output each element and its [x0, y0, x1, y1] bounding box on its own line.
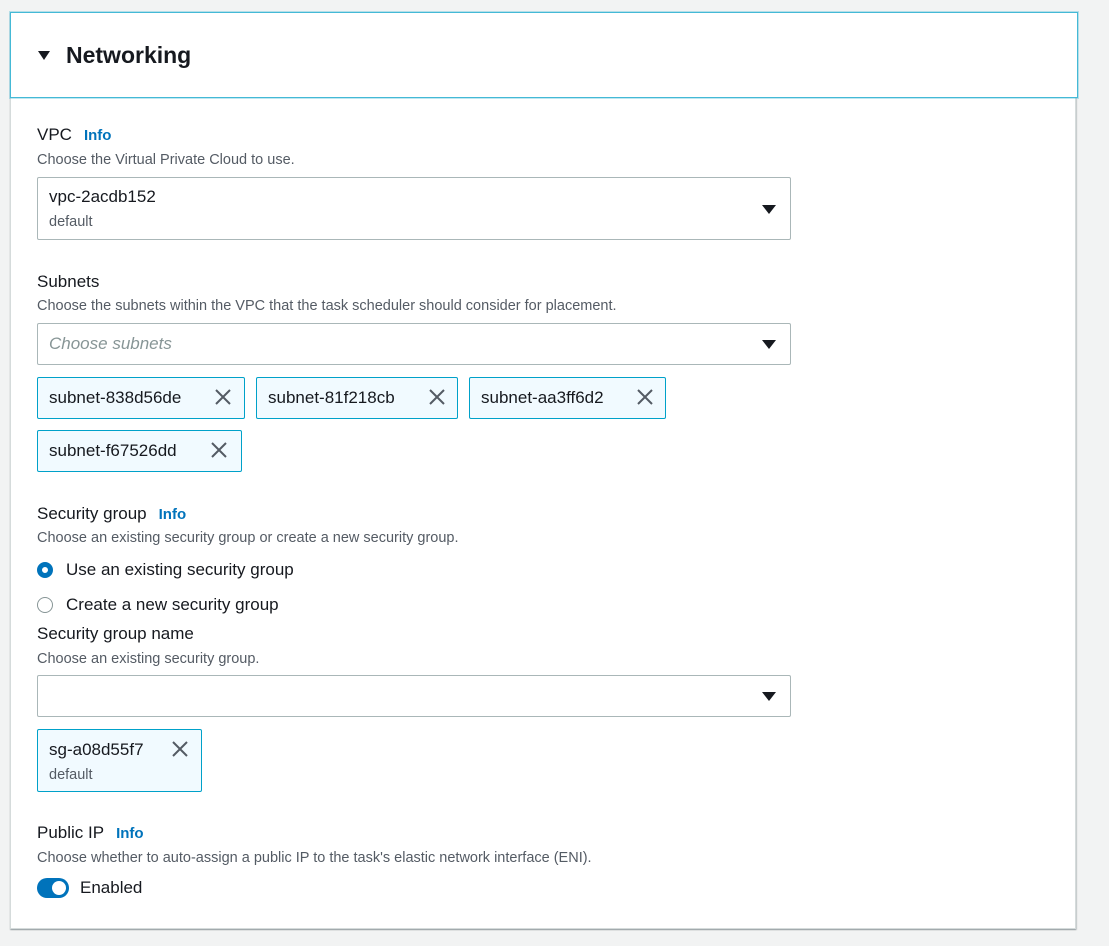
vpc-label: VPC: [37, 125, 72, 144]
security-group-info-link[interactable]: Info: [159, 506, 187, 523]
vpc-select-sub: default: [49, 214, 93, 230]
security-group-description: Choose an existing security group or cre…: [37, 530, 459, 546]
networking-panel: Networking VPC Info Choose the Virtual Pr…: [10, 12, 1078, 929]
networking-section-header[interactable]: Networking: [10, 12, 1078, 98]
subnet-token: subnet-838d56de: [37, 377, 245, 419]
vpc-info-link[interactable]: Info: [84, 127, 112, 144]
subnet-token: subnet-81f218cb: [256, 377, 458, 419]
dropdown-caret-icon: [762, 204, 776, 214]
subnets-select[interactable]: Choose subnets: [37, 323, 791, 365]
security-group-name-description: Choose an existing security group.: [37, 651, 260, 667]
close-icon[interactable]: [635, 387, 655, 407]
public-ip-toggle-label: Enabled: [80, 878, 143, 897]
close-icon[interactable]: [209, 440, 229, 460]
radio-use-existing-label: Use an existing security group: [66, 560, 294, 579]
close-icon[interactable]: [427, 387, 447, 407]
subnets-label: Subnets: [37, 272, 100, 291]
dropdown-caret-icon: [762, 340, 776, 349]
public-ip-label-row: Public IP Info: [37, 823, 144, 843]
subnet-token-label: subnet-81f218cb: [268, 388, 395, 407]
vpc-select-value: vpc-2acdb152: [49, 187, 156, 206]
radio-selected-icon[interactable]: [37, 562, 53, 578]
subnet-token: subnet-aa3ff6d2: [469, 377, 666, 419]
caret-down-icon: [38, 50, 50, 60]
subnet-token: subnet-f67526dd: [37, 430, 242, 472]
security-group-token-label: sg-a08d55f7: [49, 740, 144, 759]
public-ip-label: Public IP: [37, 823, 105, 842]
vpc-label-row: VPC Info: [37, 125, 111, 145]
security-group-token-sub: default: [49, 767, 93, 783]
subnets-description: Choose the subnets within the VPC that t…: [37, 298, 617, 314]
subnet-token-label: subnet-f67526dd: [49, 441, 177, 460]
subnets-placeholder: Choose subnets: [49, 334, 172, 353]
public-ip-toggle[interactable]: [37, 878, 69, 898]
subnet-token-label: subnet-838d56de: [49, 388, 182, 407]
security-group-label-row: Security group Info: [37, 504, 186, 524]
dropdown-caret-icon: [762, 692, 776, 701]
close-icon[interactable]: [213, 387, 233, 407]
subnet-token-label: subnet-aa3ff6d2: [481, 388, 604, 407]
toggle-knob: [52, 881, 66, 895]
close-icon[interactable]: [170, 739, 190, 759]
section-title: Networking: [66, 41, 192, 68]
radio-create-new-label: Create a new security group: [66, 595, 279, 614]
vpc-select[interactable]: vpc-2acdb152 default: [37, 177, 791, 240]
security-group-label: Security group: [37, 504, 147, 523]
radio-use-existing[interactable]: Use an existing security group: [37, 560, 294, 580]
radio-unselected-icon[interactable]: [37, 597, 53, 613]
security-group-name-label: Security group name: [37, 624, 194, 643]
public-ip-description: Choose whether to auto-assign a public I…: [37, 850, 592, 866]
radio-create-new[interactable]: Create a new security group: [37, 595, 279, 615]
vpc-description: Choose the Virtual Private Cloud to use.: [37, 152, 295, 168]
security-group-select[interactable]: [37, 675, 791, 717]
public-ip-info-link[interactable]: Info: [116, 825, 144, 842]
security-group-token: sg-a08d55f7 default: [37, 729, 202, 792]
